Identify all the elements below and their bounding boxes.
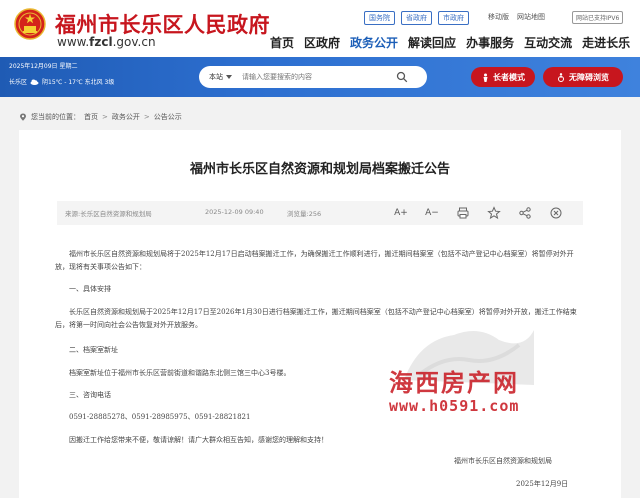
weather-text: 阴15℃ - 17℃ 东北风 3级 (42, 79, 115, 86)
article-views: 浏览量:256 (287, 210, 322, 218)
article-paragraph-arrangement: 长乐区自然资源和规划局于2025年12月17日至2026年1月30日进行档案搬迁… (55, 308, 577, 329)
national-emblem-icon[interactable] (14, 8, 46, 40)
close-icon[interactable] (549, 206, 563, 220)
watermark-url: www.h0591.com (389, 397, 520, 415)
nav-home[interactable]: 首页 (270, 34, 294, 51)
nav-interaction[interactable]: 互动交流 (524, 34, 572, 51)
nav-district-gov[interactable]: 区政府 (304, 34, 340, 51)
font-decrease-button[interactable]: A− (425, 206, 439, 220)
breadcrumb-label: 您当前的位置： (31, 113, 80, 121)
top-link-state-council[interactable]: 国务院 (364, 11, 395, 25)
share-icon[interactable] (518, 206, 532, 220)
section-heading-arrangement: 一、具体安排 (69, 285, 111, 293)
mobile-version-link[interactable]: 移动版 (488, 12, 509, 22)
signature-date: 2025年12月9日 (516, 480, 569, 488)
article-meta-bar: 来源:长乐区自然资源和规划局 2025-12-09 09:40 浏览量:256 … (57, 201, 583, 225)
elder-icon (483, 73, 488, 82)
sitemap-link[interactable]: 网站地图 (517, 12, 545, 22)
cloud-icon (30, 79, 39, 85)
nav-gov-affairs[interactable]: 政务公开 (350, 34, 398, 51)
watermark-text: 海西房产网 (389, 369, 519, 397)
breadcrumb-gov-affairs[interactable]: 政务公开 (112, 112, 140, 122)
search-icon[interactable] (396, 71, 408, 83)
top-link-city[interactable]: 市政府 (438, 11, 469, 25)
nav-about[interactable]: 走进长乐 (582, 34, 630, 51)
search-box: 本站 (199, 66, 427, 88)
font-increase-button[interactable]: A+ (394, 206, 408, 220)
ipv6-badge: 网站已支持IPV6 (572, 11, 624, 24)
watermark: 海西房产网 www.h0591.com (389, 363, 574, 433)
main-nav: 首页 区政府 政务公开 解读回应 办事服务 互动交流 走进长乐 (270, 34, 630, 51)
site-url-suffix: .gov.cn (112, 35, 156, 49)
nav-services[interactable]: 办事服务 (466, 34, 514, 51)
wheelchair-icon (558, 72, 564, 82)
article-container: 福州市长乐区自然资源和规划局档案搬迁公告 来源:长乐区自然资源和规划局 2025… (19, 130, 621, 498)
article-paragraph-intro: 福州市长乐区自然资源和规划局将于2025年12月17日启动档案搬迁工作，为确保搬… (55, 250, 574, 271)
article-source: 来源:长乐区自然资源和规划局 (65, 210, 152, 218)
chevron-down-icon (226, 75, 232, 79)
breadcrumb-notices[interactable]: 公告公示 (154, 112, 182, 122)
nav-interpretation[interactable]: 解读回应 (408, 34, 456, 51)
breadcrumb-home[interactable]: 首页 (84, 112, 98, 122)
breadcrumb-separator: > (143, 113, 150, 121)
signature-org: 福州市长乐区自然资源和规划局 (454, 457, 552, 465)
accessibility-button[interactable]: 无障碍浏览 (543, 67, 623, 87)
favorite-star-icon[interactable] (487, 206, 501, 220)
print-icon[interactable] (456, 206, 470, 220)
util-links: 移动版 网站地图 (488, 12, 545, 22)
site-url-prefix: www. (57, 35, 90, 49)
site-header: 福州市长乐区人民政府 www.fzcl.gov.cn 国务院 省政府 市政府 移… (0, 0, 640, 57)
date-text: 2025年12月09日 星期二 (9, 63, 78, 70)
breadcrumb-separator: > (102, 113, 108, 121)
article-title: 福州市长乐区自然资源和规划局档案搬迁公告 (189, 162, 450, 177)
article-paragraph-closing: 因搬迁工作给您带来不便，敬请谅解！请广大群众相互告知，感谢您的理解和支持！ (69, 436, 328, 444)
top-links: 国务院 省政府 市政府 (364, 11, 469, 25)
location-text: 长乐区 (9, 79, 28, 86)
location-pin-icon (20, 113, 26, 121)
weather-info: 长乐区 阴15℃ - 17℃ 东北风 3级 (9, 77, 114, 86)
breadcrumb: 您当前的位置： 首页 > 政务公开 > 公告公示 (19, 112, 182, 122)
section-heading-new-address: 二、档案室新址 (69, 346, 118, 354)
search-scope-select[interactable]: 本站 (199, 72, 242, 82)
elder-mode-button[interactable]: 长者模式 (471, 67, 535, 87)
site-url[interactable]: www.fzcl.gov.cn (57, 35, 156, 49)
article-datetime: 2025-12-09 09:40 (205, 208, 264, 216)
search-banner: 2025年12月09日 星期二 长乐区 阴15℃ - 17℃ 东北风 3级 本站… (0, 57, 640, 97)
search-input[interactable] (242, 73, 392, 81)
accessibility-label: 无障碍浏览 (569, 72, 609, 82)
elder-mode-label: 长者模式 (493, 72, 525, 82)
top-link-province[interactable]: 省政府 (401, 11, 432, 25)
search-scope-label: 本站 (209, 73, 223, 81)
site-url-domain: fzcl (89, 35, 113, 49)
